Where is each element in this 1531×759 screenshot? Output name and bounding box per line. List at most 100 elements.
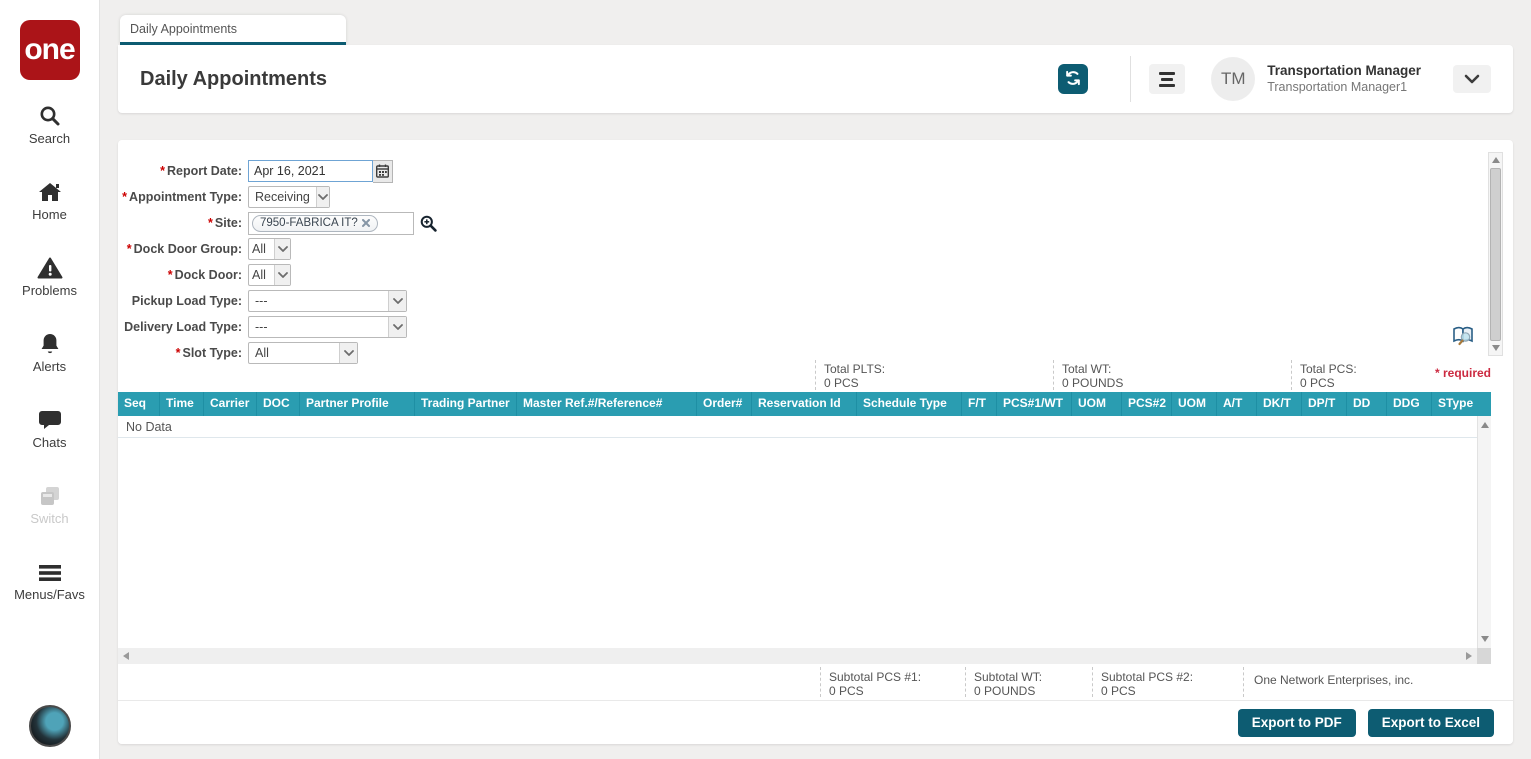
column-header-uom[interactable]: UOM	[1172, 392, 1217, 416]
sidebar-item-menus-favs[interactable]: Menus/Favs	[0, 558, 99, 634]
column-header-f-t[interactable]: F/T	[962, 392, 997, 416]
column-header-dp-t[interactable]: DP/T	[1302, 392, 1347, 416]
filter-scrollbar[interactable]	[1488, 152, 1503, 356]
filter-row-dock-door-group: * Dock Door Group: All	[118, 236, 437, 262]
chevron-down-icon	[315, 187, 329, 207]
one-logo[interactable]: one	[19, 20, 80, 80]
column-header-order-[interactable]: Order#	[697, 392, 752, 416]
company-name: One Network Enterprises, inc.	[1243, 667, 1503, 697]
appointment-type-select[interactable]: Receiving	[248, 186, 330, 208]
column-header-time[interactable]: Time	[160, 392, 204, 416]
refresh-icon	[1064, 69, 1082, 90]
subtotals-row: Subtotal PCS #1: 0 PCS Subtotal WT: 0 POUN…	[118, 664, 1513, 700]
column-header-carrier[interactable]: Carrier	[204, 392, 257, 416]
chevron-down-icon	[274, 239, 290, 259]
column-header-doc[interactable]: DOC	[257, 392, 300, 416]
calendar-icon[interactable]	[373, 159, 393, 183]
chevron-down-icon	[1464, 72, 1480, 87]
site-input[interactable]: 7950-FABRICA IT?	[248, 211, 414, 235]
dock-door-select[interactable]: All	[248, 264, 291, 286]
search-icon	[38, 102, 62, 128]
report-date-input[interactable]: Apr 16, 2021	[248, 160, 373, 182]
filter-row-appointment-type: * Appointment Type: Receiving	[118, 184, 437, 210]
column-header-seq[interactable]: Seq	[118, 392, 160, 416]
scroll-left-arrow-icon[interactable]	[123, 652, 129, 660]
column-header-master-ref-reference-[interactable]: Master Ref.#/Reference#	[517, 392, 697, 416]
export-to-excel-button[interactable]: Export to Excel	[1367, 708, 1494, 737]
tab-daily-appointments[interactable]: Daily Appointments	[120, 15, 346, 45]
column-header-stype[interactable]: SType	[1432, 392, 1491, 416]
scrollbar-corner	[1477, 648, 1491, 664]
site-label: * Site:	[208, 216, 242, 230]
scroll-up-arrow-icon[interactable]	[1492, 157, 1500, 163]
filter-scrollbar-thumb[interactable]	[1490, 168, 1501, 341]
warning-triangle-icon	[37, 254, 63, 280]
scroll-right-arrow-icon[interactable]	[1466, 652, 1472, 660]
chip-remove-icon[interactable]	[361, 219, 370, 227]
filter-row-delivery-load-type: Delivery Load Type: ---	[118, 314, 437, 340]
user-name: Transportation Manager1	[1267, 80, 1408, 94]
table-header-row: Seq Time Carrier DOC Partner Profile Trading …	[118, 392, 1491, 416]
total-plts: Total PLTS: 0 PCS	[815, 360, 1053, 390]
main-area: Daily Appointments Daily Appointments TM…	[118, 0, 1513, 759]
total-pcs: Total PCS: 0 PCS	[1291, 360, 1421, 390]
pickup-load-type-select[interactable]: ---	[248, 290, 407, 312]
user-menu-chevron-button[interactable]	[1453, 65, 1491, 93]
sidebar-item-home[interactable]: Home	[0, 178, 99, 254]
pickup-load-type-label: Pickup Load Type:	[131, 294, 242, 308]
total-wt: Total WT: 0 POUNDS	[1053, 360, 1291, 390]
filter-row-report-date: * Report Date: Apr 16, 2021	[118, 158, 437, 184]
dock-door-label: * Dock Door:	[167, 268, 242, 282]
report-browse-icon[interactable]	[1452, 326, 1475, 349]
dock-door-group-label: * Dock Door Group:	[126, 242, 242, 256]
column-header-trading-partner[interactable]: Trading Partner	[415, 392, 517, 416]
page-title: Daily Appointments	[140, 67, 328, 90]
footer-bar: Export to PDF Export to Excel	[118, 700, 1513, 744]
user-initials-avatar[interactable]: TM	[1211, 57, 1256, 101]
required-note: * required	[1434, 366, 1491, 380]
report-date-label: * Report Date:	[160, 164, 242, 178]
sidebar-item-chats[interactable]: Chats	[0, 406, 99, 482]
user-avatar[interactable]	[28, 705, 71, 747]
user-role-name: Transportation Manager	[1267, 63, 1421, 78]
column-header-reservation-id[interactable]: Reservation Id	[752, 392, 857, 416]
header-divider	[1130, 56, 1132, 102]
chevron-down-icon	[388, 317, 406, 337]
subtotal-pcs1: Subtotal PCS #1: 0 PCS	[820, 667, 965, 698]
chevron-down-icon	[274, 265, 290, 285]
column-header-dd[interactable]: DD	[1347, 392, 1387, 416]
bell-icon	[39, 330, 61, 356]
sidebar-item-alerts[interactable]: Alerts	[0, 330, 99, 406]
scroll-down-arrow-icon[interactable]	[1481, 636, 1489, 642]
column-header-pcs-1-wt[interactable]: PCS#1/WT	[997, 392, 1072, 416]
sidebar: one Search Home Problems Alerts Chats Sw…	[0, 0, 100, 759]
export-to-pdf-button[interactable]: Export to PDF	[1237, 708, 1356, 737]
column-header-schedule-type[interactable]: Schedule Type	[857, 392, 962, 416]
column-header-uom[interactable]: UOM	[1072, 392, 1122, 416]
delivery-load-type-label: Delivery Load Type:	[124, 320, 242, 334]
sidebar-item-switch[interactable]: Switch	[0, 482, 99, 558]
user-block: Transportation Manager Transportation Ma…	[1267, 62, 1421, 96]
scroll-down-arrow-icon[interactable]	[1492, 345, 1500, 351]
page-header: Daily Appointments TM Transportation Man…	[118, 45, 1513, 113]
table-body: No Data	[118, 416, 1477, 648]
scroll-up-arrow-icon[interactable]	[1481, 422, 1489, 428]
table-vertical-scrollbar[interactable]	[1477, 416, 1491, 648]
column-header-partner-profile[interactable]: Partner Profile	[300, 392, 415, 416]
table-horizontal-scrollbar[interactable]	[118, 648, 1477, 664]
zoom-search-icon[interactable]	[420, 215, 437, 232]
column-header-a-t[interactable]: A/T	[1217, 392, 1257, 416]
menu-bars-icon	[37, 558, 63, 584]
site-chip: 7950-FABRICA IT?	[252, 214, 378, 232]
refresh-button[interactable]	[1058, 64, 1089, 94]
header-menu-button[interactable]	[1149, 64, 1186, 94]
column-header-dk-t[interactable]: DK/T	[1257, 392, 1302, 416]
filter-row-dock-door: * Dock Door: All	[118, 262, 437, 288]
column-header-ddg[interactable]: DDG	[1387, 392, 1432, 416]
dock-door-group-select[interactable]: All	[248, 238, 291, 260]
sidebar-item-problems[interactable]: Problems	[0, 254, 99, 330]
delivery-load-type-select[interactable]: ---	[248, 316, 407, 338]
chat-bubble-icon	[38, 406, 62, 432]
sidebar-item-search[interactable]: Search	[0, 102, 99, 178]
column-header-pcs-2[interactable]: PCS#2	[1122, 392, 1172, 416]
